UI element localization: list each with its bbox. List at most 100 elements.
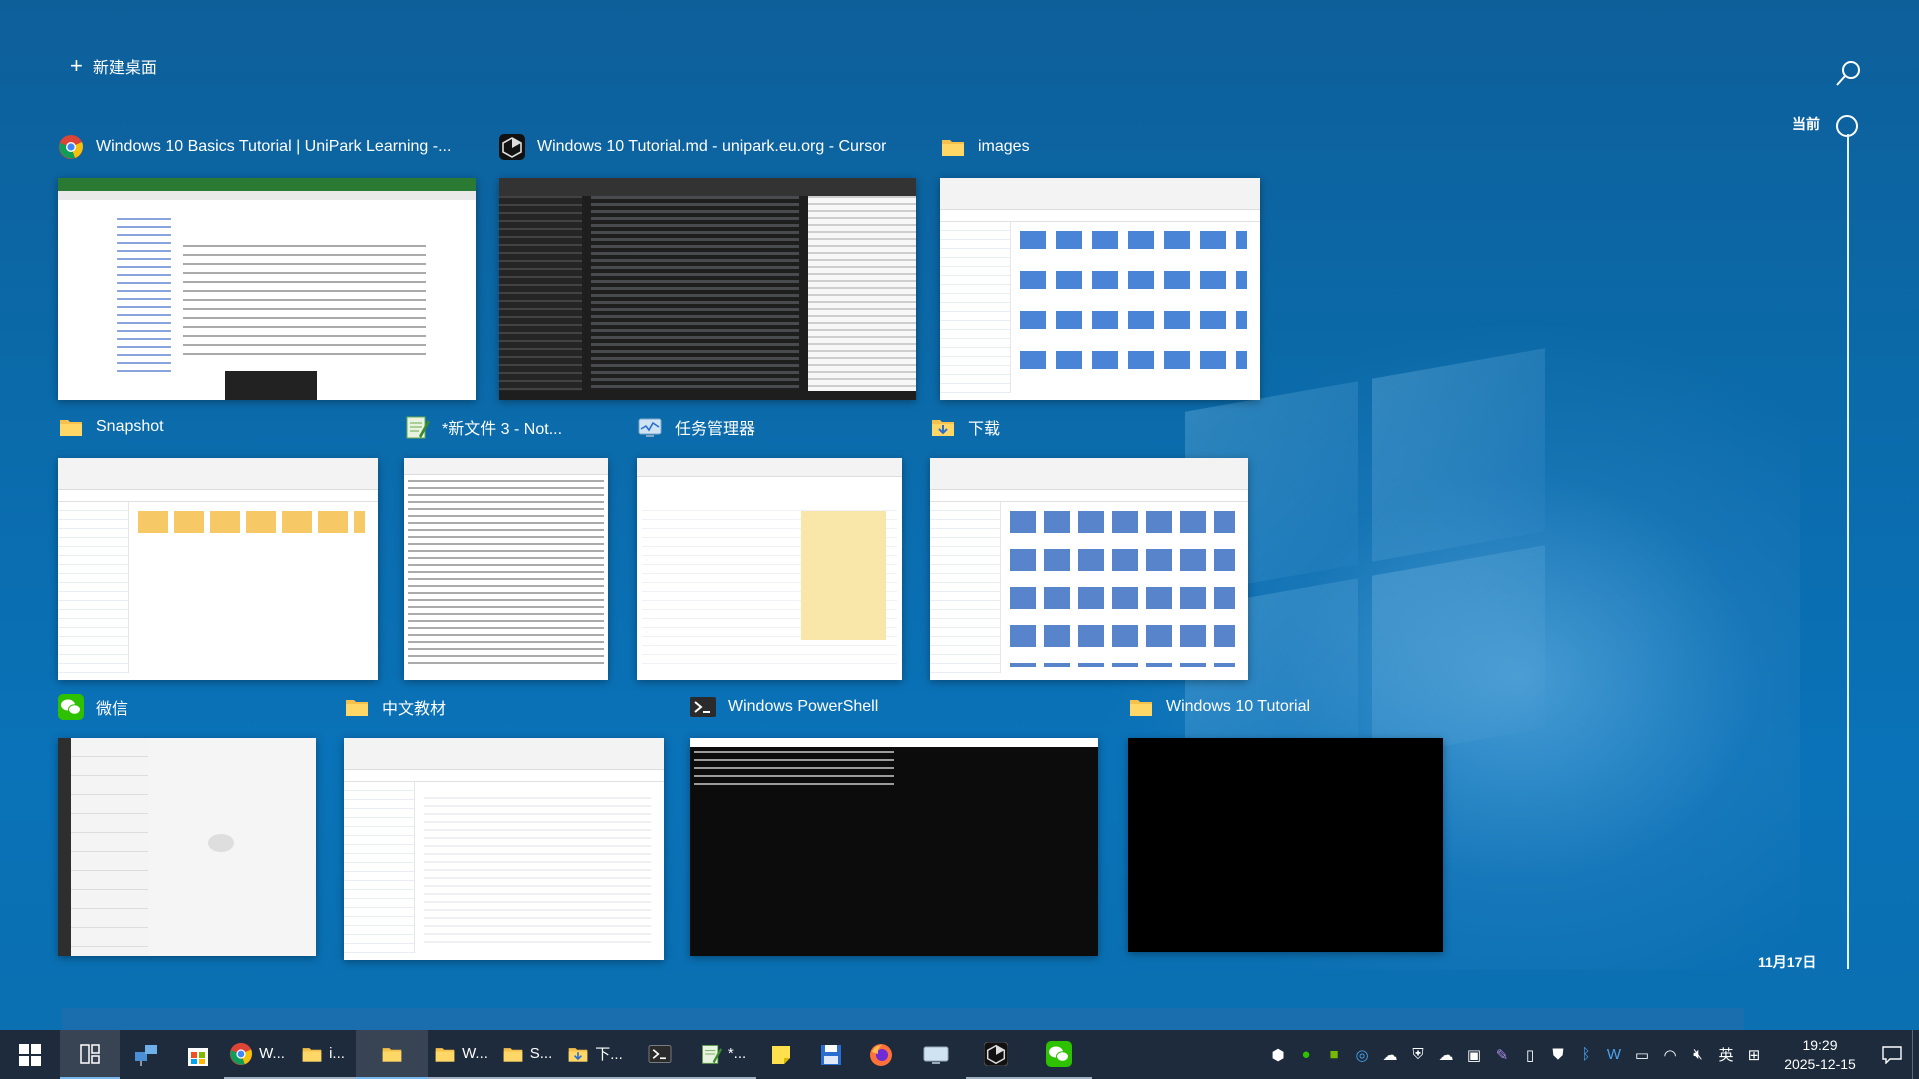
taskbar-pinned-sticky-notes[interactable] <box>756 1030 806 1079</box>
window-card-notepad[interactable]: *新文件 3 - Not... <box>404 410 608 680</box>
device-tray-icon[interactable]: ▯ <box>1516 1030 1544 1079</box>
taskbar-item-label: 下... <box>595 1046 623 1063</box>
window-title: Windows 10 Tutorial.md - unipark.eu.org … <box>537 138 887 155</box>
window-title: *新文件 3 - Not... <box>442 421 563 438</box>
folder-icon <box>1128 694 1154 720</box>
wechat-tray-icon[interactable]: ● <box>1292 1030 1320 1079</box>
window-card-windows10-tutorial-folder[interactable]: Windows 10 Tutorial <box>1128 690 1443 952</box>
taskbar-item-windows10-folder[interactable]: W... <box>428 1030 494 1079</box>
task-view-button[interactable] <box>60 1030 120 1079</box>
window-title: Windows 10 Basics Tutorial | UniPark Lea… <box>96 138 452 155</box>
taskbar-item-notepad[interactable]: *... <box>690 1030 756 1079</box>
folder-icon <box>940 134 966 160</box>
windows-start-icon <box>19 1043 41 1066</box>
start-button[interactable] <box>0 1030 60 1079</box>
taskbar-pinned-store[interactable] <box>172 1030 224 1079</box>
ime-language-indicator[interactable]: 英 <box>1712 1030 1740 1079</box>
word-tray-icon[interactable]: W <box>1600 1030 1628 1079</box>
wechat-icon <box>58 694 84 720</box>
taskbar-item-downloads-folder[interactable]: 下... <box>560 1030 630 1079</box>
download-folder-icon <box>568 1047 588 1062</box>
shield-icon[interactable]: ⛨ <box>1404 1030 1432 1079</box>
window-thumbnail <box>404 458 608 680</box>
taskbar-item-chrome[interactable]: W... <box>224 1030 290 1079</box>
taskbar-item-wechat[interactable] <box>1026 1030 1092 1079</box>
window-card-powershell[interactable]: Windows PowerShell <box>690 690 1098 956</box>
taskbar-item-powershell[interactable] <box>630 1030 690 1079</box>
chrome-icon <box>58 134 84 160</box>
timeline-date-label: 11月17日 <box>1758 954 1817 970</box>
window-card-images-folder[interactable]: images <box>940 130 1260 400</box>
firefox-icon <box>870 1043 892 1066</box>
taskbar-item-label: i... <box>329 1045 345 1062</box>
search-icon[interactable] <box>1834 58 1864 88</box>
cloud-tray-icon[interactable]: ☁ <box>1376 1030 1404 1079</box>
network-computers-icon <box>135 1044 157 1066</box>
window-thumbnail <box>690 738 1098 956</box>
window-title: 中文教材 <box>382 701 447 718</box>
remote-desktop-icon <box>923 1046 949 1064</box>
battery-icon[interactable]: ▭ <box>1628 1030 1656 1079</box>
window-card-snapshot-folder[interactable]: Snapshot <box>58 410 378 680</box>
window-card-cursor-editor[interactable]: Windows 10 Tutorial.md - unipark.eu.org … <box>499 130 916 400</box>
window-card-task-manager[interactable]: 任务管理器 <box>637 410 902 680</box>
window-title: images <box>978 138 1030 155</box>
window-title: 微信 <box>96 701 129 718</box>
folder-icon <box>58 414 84 440</box>
window-thumbnail <box>637 458 902 680</box>
taskbar: W... i... W... S... 下... *... ⬢ ● ■ ◎ ☁ … <box>0 1030 1919 1079</box>
window-title: 下载 <box>968 421 1001 438</box>
clock-date: 2025-12-15 <box>1784 1055 1856 1072</box>
wechat-icon <box>1046 1040 1072 1067</box>
wifi-icon[interactable]: ◠ <box>1656 1030 1684 1079</box>
task-manager-icon <box>637 414 663 440</box>
taskbar-item-cursor[interactable] <box>966 1030 1026 1079</box>
window-card-chrome-tutorial[interactable]: Windows 10 Basics Tutorial | UniPark Lea… <box>58 130 476 400</box>
cursor-app-icon <box>499 134 525 160</box>
timeline-now-label: 当前 <box>1792 116 1820 132</box>
taskbar-pinned-remote-desktop[interactable] <box>906 1030 966 1079</box>
floppy-disk-icon <box>821 1044 841 1065</box>
taskbar-item-label: W... <box>259 1045 285 1062</box>
onedrive-icon[interactable]: ☁ <box>1432 1030 1460 1079</box>
new-desktop-button[interactable]: + 新建桌面 <box>70 54 157 78</box>
timeline-track[interactable] <box>1847 134 1849 969</box>
window-thumbnail <box>940 178 1260 400</box>
notification-center-icon[interactable] <box>1872 1030 1912 1079</box>
window-card-chinese-textbooks-folder[interactable]: 中文教材 <box>344 690 664 960</box>
taskbar-pinned-firefox[interactable] <box>856 1030 906 1079</box>
taskbar-pinned-save-app[interactable] <box>806 1030 856 1079</box>
clock[interactable]: 19:29 2025-12-15 <box>1768 1036 1872 1074</box>
folder-icon <box>302 1047 322 1062</box>
window-card-downloads-folder[interactable]: 下载 <box>930 410 1248 680</box>
powershell-icon <box>648 1044 672 1063</box>
window-thumbnail <box>930 458 1248 680</box>
volume-muted-icon[interactable]: 🔇︎ <box>1684 1030 1712 1079</box>
bluetooth-icon[interactable]: ᛒ <box>1572 1030 1600 1079</box>
folder-icon <box>503 1047 523 1062</box>
defender-icon[interactable]: ⛊ <box>1544 1030 1572 1079</box>
network-device-icon[interactable]: ▣ <box>1460 1030 1488 1079</box>
taskbar-item-folder-active[interactable] <box>356 1030 428 1079</box>
system-tray: ⬢ ● ■ ◎ ☁ ⛨ ☁ ▣ ✎ ▯ ⛊ ᛒ W ▭ ◠ 🔇︎ 英 ⊞ 19:… <box>1264 1030 1919 1079</box>
show-desktop-button[interactable] <box>1912 1030 1919 1079</box>
taskbar-item-label: W... <box>462 1045 488 1062</box>
cursor-app-icon <box>984 1041 1008 1066</box>
cube-app-tray-icon[interactable]: ⬢ <box>1264 1030 1292 1079</box>
window-title: Windows 10 Tutorial <box>1166 698 1311 715</box>
notepad-icon <box>701 1044 722 1064</box>
folder-icon <box>344 694 370 720</box>
taskbar-item-images-folder[interactable]: i... <box>290 1030 356 1079</box>
plus-icon: + <box>70 53 83 78</box>
pen-icon[interactable]: ✎ <box>1488 1030 1516 1079</box>
window-card-wechat[interactable]: 微信 <box>58 690 316 956</box>
window-thumbnail <box>58 458 378 680</box>
clock-time: 19:29 <box>1802 1036 1838 1053</box>
sync-tray-icon[interactable]: ◎ <box>1348 1030 1376 1079</box>
chrome-icon <box>230 1042 253 1065</box>
task-view-icon <box>80 1043 100 1064</box>
taskbar-item-snapshot-folder[interactable]: S... <box>494 1030 560 1079</box>
taskbar-pinned-network-app[interactable] <box>120 1030 172 1079</box>
ime-mode-icon[interactable]: ⊞ <box>1740 1030 1768 1079</box>
gpu-tray-icon[interactable]: ■ <box>1320 1030 1348 1079</box>
